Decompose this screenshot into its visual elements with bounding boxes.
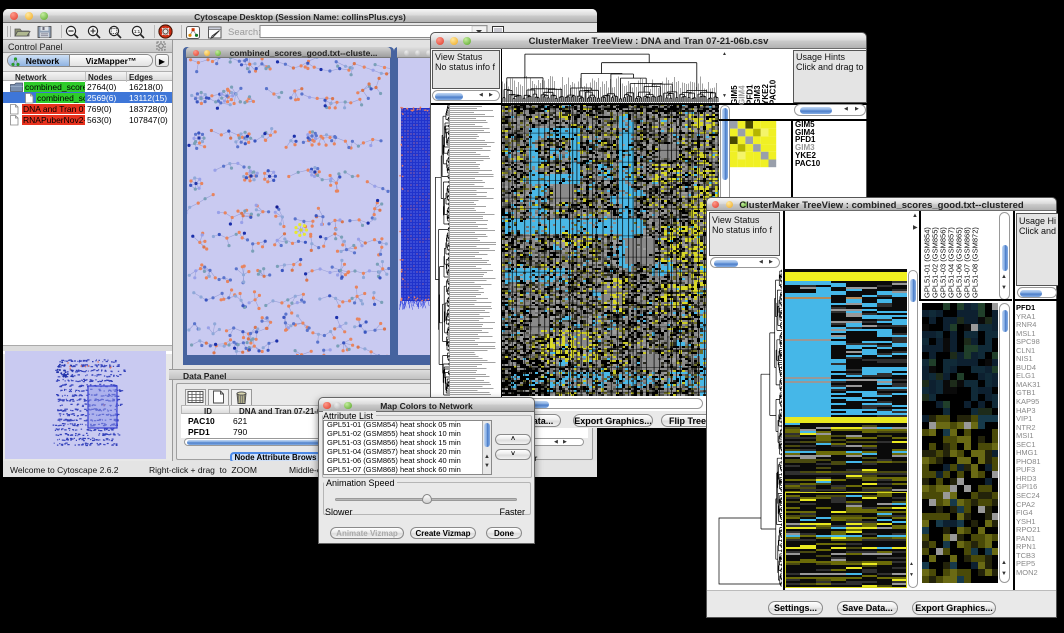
svg-text:PAC10: PAC10 — [769, 79, 778, 105]
svg-text:2569(6): 2569(6) — [87, 93, 116, 103]
svg-text:GPL51-08 (GSM872): GPL51-08 (GSM872) — [971, 227, 980, 298]
svg-text:563(0): 563(0) — [87, 115, 112, 125]
svg-text:1:1: 1:1 — [134, 29, 141, 34]
svg-text:13112(15): 13112(15) — [129, 93, 167, 103]
svg-text:769(0): 769(0) — [87, 104, 112, 114]
svg-text:107847(0): 107847(0) — [129, 115, 168, 125]
svg-text:2764(0): 2764(0) — [87, 82, 116, 92]
svg-text:DNA and Tran 07-: DNA and Tran 07- — [23, 104, 91, 114]
svg-text:Search:: Search: — [228, 27, 261, 38]
svg-text:183728(0): 183728(0) — [129, 104, 168, 114]
svg-text:16218(0): 16218(0) — [129, 82, 163, 92]
svg-text:RNAPuberNov2+N: RNAPuberNov2+N — [23, 115, 95, 125]
